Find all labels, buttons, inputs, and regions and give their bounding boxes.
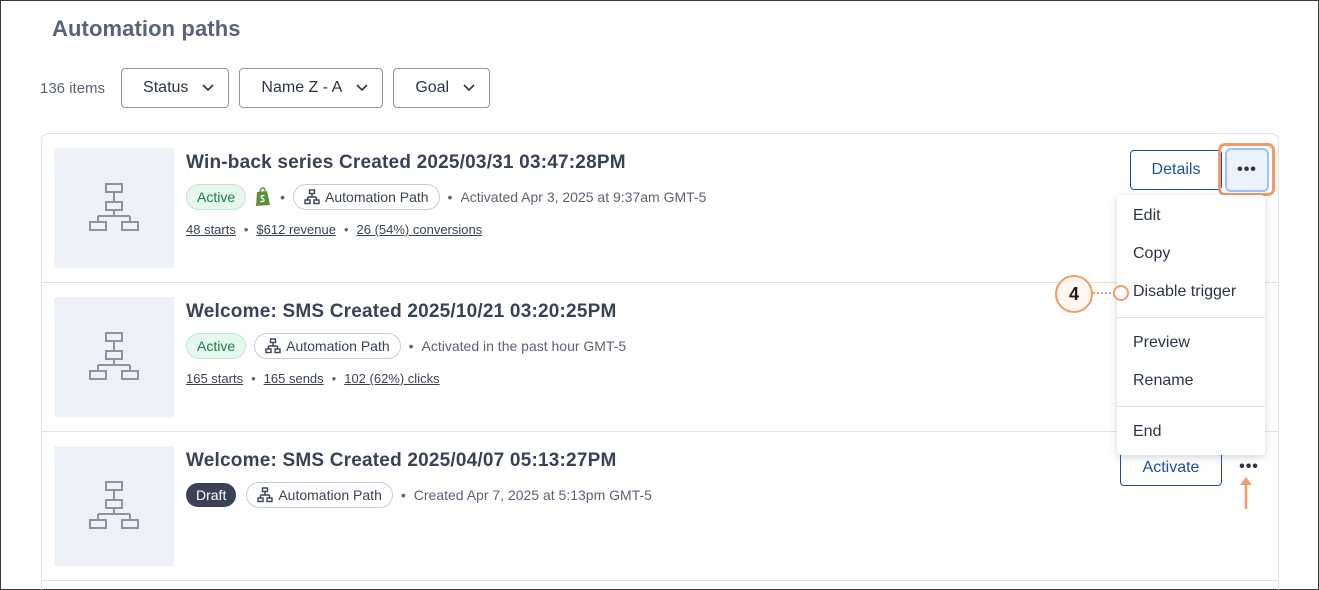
flow-thumbnail (54, 446, 174, 566)
row-stats: 48 starts • $612 revenue • 26 (54%) conv… (186, 222, 482, 237)
flow-thumbnail (54, 297, 174, 417)
separator-dot: • (251, 371, 256, 386)
type-label: Automation Path (278, 487, 382, 503)
callout-connector (1093, 292, 1115, 294)
menu-item-rename[interactable]: Rename (1133, 372, 1193, 390)
chevron-down-icon (463, 84, 475, 92)
details-button[interactable]: Details (1130, 150, 1222, 190)
menu-divider (1117, 406, 1265, 407)
activity-text: Activated in the past hour GMT-5 (421, 338, 627, 354)
page-title: Automation paths (52, 16, 241, 41)
shopify-icon (256, 187, 271, 206)
type-label: Automation Path (286, 338, 390, 354)
separator-dot: • (243, 222, 249, 237)
filter-bar: 136 items Status Name Z - A Goal (40, 68, 500, 108)
more-dots-icon: ••• (1239, 458, 1259, 475)
pointer-arrow-icon (1240, 477, 1252, 509)
row-meta: Active Automation Path • Activated in th… (186, 333, 626, 359)
list-item[interactable]: Win-back series Created 2025/03/31 03:47… (42, 134, 1278, 283)
automation-list: Win-back series Created 2025/03/31 03:47… (41, 133, 1279, 590)
starts-link[interactable]: 165 starts (186, 371, 243, 386)
type-pill: Automation Path (293, 184, 440, 210)
step-callout: 4 (1055, 275, 1093, 313)
status-filter-button[interactable]: Status (121, 68, 230, 108)
row-title[interactable]: Win-back series Created 2025/03/31 03:47… (186, 152, 626, 174)
activity-text: Created Apr 7, 2025 at 5:13pm GMT-5 (413, 487, 652, 503)
list-item[interactable]: Welcome: SMS Created 2025/04/07 05:13:27… (42, 432, 1278, 581)
flow-chart-icon (89, 332, 139, 380)
menu-item-copy[interactable]: Copy (1133, 245, 1170, 263)
status-badge: Active (186, 333, 247, 359)
more-actions-menu: Edit Copy Disable trigger Preview Rename… (1117, 195, 1265, 455)
row-title[interactable]: Welcome: SMS Created 2025/04/07 05:13:27… (186, 450, 616, 472)
conversions-link[interactable]: 26 (54%) conversions (357, 222, 483, 237)
callout-target-ring (1113, 285, 1129, 301)
highlight-box (1218, 143, 1275, 196)
status-badge: Draft (186, 483, 237, 507)
sort-filter-button[interactable]: Name Z - A (239, 68, 384, 108)
chevron-down-icon (202, 84, 214, 92)
row-stats: 165 starts • 165 sends • 102 (62%) click… (186, 371, 440, 386)
sends-link[interactable]: 165 sends (264, 371, 324, 386)
menu-divider (1117, 317, 1265, 318)
separator-dot: • (280, 189, 286, 205)
goal-filter-label: Goal (415, 79, 450, 96)
type-pill: Automation Path (254, 333, 401, 359)
separator-dot: • (343, 222, 349, 237)
row-meta: Active • Automation Path • Activated Apr… (186, 184, 706, 210)
flow-chart-icon (265, 338, 281, 354)
list-item[interactable]: Welcome: SMS Created 2025/10/21 03:20:25… (42, 283, 1278, 432)
sort-filter-label: Name Z - A (261, 79, 343, 96)
activate-button[interactable]: Activate (1120, 450, 1222, 486)
separator-dot: • (447, 189, 453, 205)
flow-chart-icon (257, 487, 274, 503)
menu-item-edit[interactable]: Edit (1133, 207, 1161, 225)
menu-item-disable-trigger[interactable]: Disable trigger (1133, 283, 1236, 301)
item-count: 136 items (40, 79, 106, 97)
revenue-link[interactable]: $612 revenue (256, 222, 336, 237)
flow-thumbnail (54, 148, 174, 268)
flow-chart-icon (304, 189, 320, 205)
type-label: Automation Path (325, 189, 429, 205)
flow-chart-icon (89, 481, 139, 529)
starts-link[interactable]: 48 starts (186, 222, 236, 237)
separator-dot: • (331, 371, 337, 386)
status-badge: Active (186, 184, 247, 210)
activity-text: Activated Apr 3, 2025 at 9:37am GMT-5 (460, 189, 707, 205)
menu-item-preview[interactable]: Preview (1133, 334, 1190, 352)
separator-dot: • (400, 487, 406, 503)
type-pill: Automation Path (246, 482, 393, 508)
goal-filter-button[interactable]: Goal (393, 68, 491, 108)
row-meta: Draft Automation Path • Created Apr 7, 2… (186, 482, 652, 508)
flow-chart-icon (89, 183, 139, 231)
status-filter-label: Status (143, 79, 189, 96)
separator-dot: • (408, 338, 414, 354)
chevron-down-icon (356, 84, 368, 92)
menu-item-end[interactable]: End (1133, 423, 1161, 441)
row-title[interactable]: Welcome: SMS Created 2025/10/21 03:20:25… (186, 301, 616, 323)
clicks-link[interactable]: 102 (62%) clicks (344, 371, 439, 386)
